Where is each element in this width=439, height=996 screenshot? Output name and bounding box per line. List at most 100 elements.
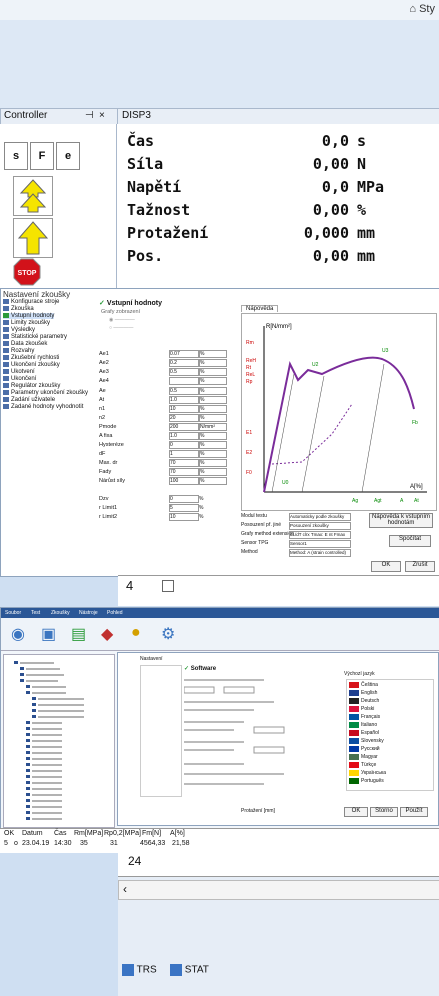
calculate-button[interactable]: Spočítat	[389, 535, 431, 547]
field-input[interactable]: 70	[169, 468, 199, 476]
field-input[interactable]: 0.5	[169, 387, 199, 395]
field-input[interactable]: 10	[169, 513, 199, 521]
language-option[interactable]: Español	[361, 730, 379, 736]
language-option[interactable]: Slovensky	[361, 738, 384, 744]
language-option[interactable]: Українська	[361, 770, 386, 776]
unit-select[interactable]: %	[199, 432, 227, 440]
tree-item[interactable]: Zkušební rychlosti	[3, 355, 59, 361]
unit-select[interactable]: N/mm²	[199, 423, 227, 431]
field-input[interactable]: 200	[169, 423, 199, 431]
apply-button[interactable]: Použít	[400, 807, 428, 817]
tree-item[interactable]: Konfigurace stroje	[3, 299, 59, 305]
language-option[interactable]: Français	[361, 714, 380, 720]
language-option[interactable]: Português	[361, 778, 384, 784]
radio-option[interactable]: ○ ————	[109, 325, 133, 331]
ribbon-icon[interactable]: ◉	[11, 624, 25, 644]
option-select[interactable]: dL/dT clrx Tmax: E nt Fmax	[289, 531, 351, 539]
pin-icon[interactable]: ⊣	[85, 110, 94, 121]
tree-item[interactable]: Parametry ukončení zkoušky	[3, 390, 88, 396]
tree-item[interactable]: Zadané hodnoty vyhodnotit	[3, 404, 83, 410]
unit-select[interactable]: %	[199, 477, 227, 485]
language-option[interactable]: Русский	[361, 746, 380, 752]
tab-stat[interactable]: STAT	[170, 964, 209, 980]
ok-button[interactable]: OK	[344, 807, 368, 817]
cancel-button[interactable]: Storno	[370, 807, 398, 817]
field-input[interactable]: 0	[169, 441, 199, 449]
tree-item[interactable]: Regulátor zkoušky	[3, 383, 60, 389]
menu-item[interactable]: Test	[31, 610, 40, 616]
field-input[interactable]: 1.0	[169, 396, 199, 404]
e-button[interactable]: e	[56, 142, 80, 170]
tree-item[interactable]: Ukončení zkoušky	[3, 362, 60, 368]
menu-item[interactable]: Nástroje	[79, 610, 98, 616]
language-option[interactable]: Čeština	[361, 682, 378, 688]
field-input[interactable]: 0.5	[169, 368, 199, 376]
tree-item[interactable]: Data zkoušek	[3, 341, 47, 347]
unit-select[interactable]: %	[199, 468, 227, 476]
up-button[interactable]	[13, 218, 53, 258]
stop-button[interactable]: STOP	[13, 258, 41, 286]
unit-select[interactable]: %	[199, 387, 227, 395]
language-option[interactable]: Polski	[361, 706, 374, 712]
field-input[interactable]: 0.07	[169, 350, 199, 358]
unit-select[interactable]: %	[199, 450, 227, 458]
settings-category-list[interactable]	[140, 665, 182, 797]
tree-item[interactable]: Zadání uživatele	[3, 397, 55, 403]
field-input[interactable]: 20	[169, 414, 199, 422]
option-select[interactable]: Sensor1	[289, 540, 351, 548]
option-select[interactable]: Posouzení zkoušky	[289, 522, 351, 530]
language-option[interactable]: Italiano	[361, 722, 377, 728]
unit-select[interactable]: %	[199, 414, 227, 422]
tree-item[interactable]: Limity zkoušky	[3, 320, 50, 326]
tab-trs[interactable]: TRS	[122, 964, 157, 980]
field-input[interactable]: 1.0	[169, 432, 199, 440]
unit-select[interactable]: %	[199, 441, 227, 449]
ribbon-icon[interactable]: ▤	[71, 624, 86, 644]
s-button[interactable]: s	[4, 142, 28, 170]
field-input[interactable]: 70	[169, 459, 199, 467]
language-option[interactable]: Deutsch	[361, 698, 379, 704]
unit-select[interactable]: %	[199, 396, 227, 404]
tree-item[interactable]: Zkouška	[3, 306, 34, 312]
tab-help[interactable]: Nápověda	[241, 305, 279, 312]
language-option[interactable]: English	[361, 690, 377, 696]
unit-select[interactable]: %	[199, 368, 227, 376]
language-option[interactable]: Türkçe	[361, 762, 376, 768]
option-select[interactable]: Automaticky podle zkoušky	[289, 513, 351, 521]
close-icon[interactable]: ×	[99, 110, 105, 121]
language-option[interactable]: Magyar	[361, 754, 378, 760]
ribbon-icon[interactable]: ●	[131, 624, 141, 642]
field-input[interactable]: 0.2	[169, 359, 199, 367]
menu-item[interactable]: Soubor	[5, 610, 21, 616]
field-input[interactable]	[169, 377, 199, 385]
ribbon-icon[interactable]: ◆	[101, 624, 113, 644]
tree-item[interactable]: Statistické parametry	[3, 334, 67, 340]
help-button[interactable]: Nápověda k vstupním hodnotám	[369, 513, 433, 528]
field-input[interactable]: 100	[169, 477, 199, 485]
style-label[interactable]: ⌂ Sty	[409, 3, 435, 15]
field-input[interactable]: 0	[169, 495, 199, 503]
field-input[interactable]: 5	[169, 504, 199, 512]
option-select[interactable]: Method: A (strain controlled)	[289, 549, 351, 557]
horizontal-scrollbar[interactable]: ‹	[118, 880, 439, 900]
double-up-button[interactable]	[13, 176, 53, 216]
unit-select[interactable]: %	[199, 359, 227, 367]
scroll-left-icon[interactable]: ‹	[123, 882, 127, 896]
unit-select[interactable]: %	[199, 459, 227, 467]
unit-select[interactable]: %	[199, 350, 227, 358]
tree-item[interactable]: Rozvahy	[3, 348, 34, 354]
field-input[interactable]: 1	[169, 450, 199, 458]
ok-button[interactable]: OK	[371, 561, 401, 572]
f-button[interactable]: F	[30, 142, 54, 170]
menu-item[interactable]: Zkoušky	[51, 610, 70, 616]
language-list[interactable]: Čeština English Deutsch Polski Français …	[346, 679, 434, 791]
tree-item-selected[interactable]: Vstupní hodnoty	[3, 313, 55, 320]
unit-select[interactable]: %	[199, 405, 227, 413]
field-input[interactable]: 10	[169, 405, 199, 413]
radio-option[interactable]: ◉ ————	[109, 317, 135, 323]
ribbon-icon[interactable]: ⚙	[161, 624, 175, 644]
ribbon-icon[interactable]: ▣	[41, 624, 56, 644]
unit-select[interactable]: %	[199, 377, 227, 385]
grid-checkbox[interactable]	[162, 580, 174, 592]
menu-item[interactable]: Pohled	[107, 610, 123, 616]
